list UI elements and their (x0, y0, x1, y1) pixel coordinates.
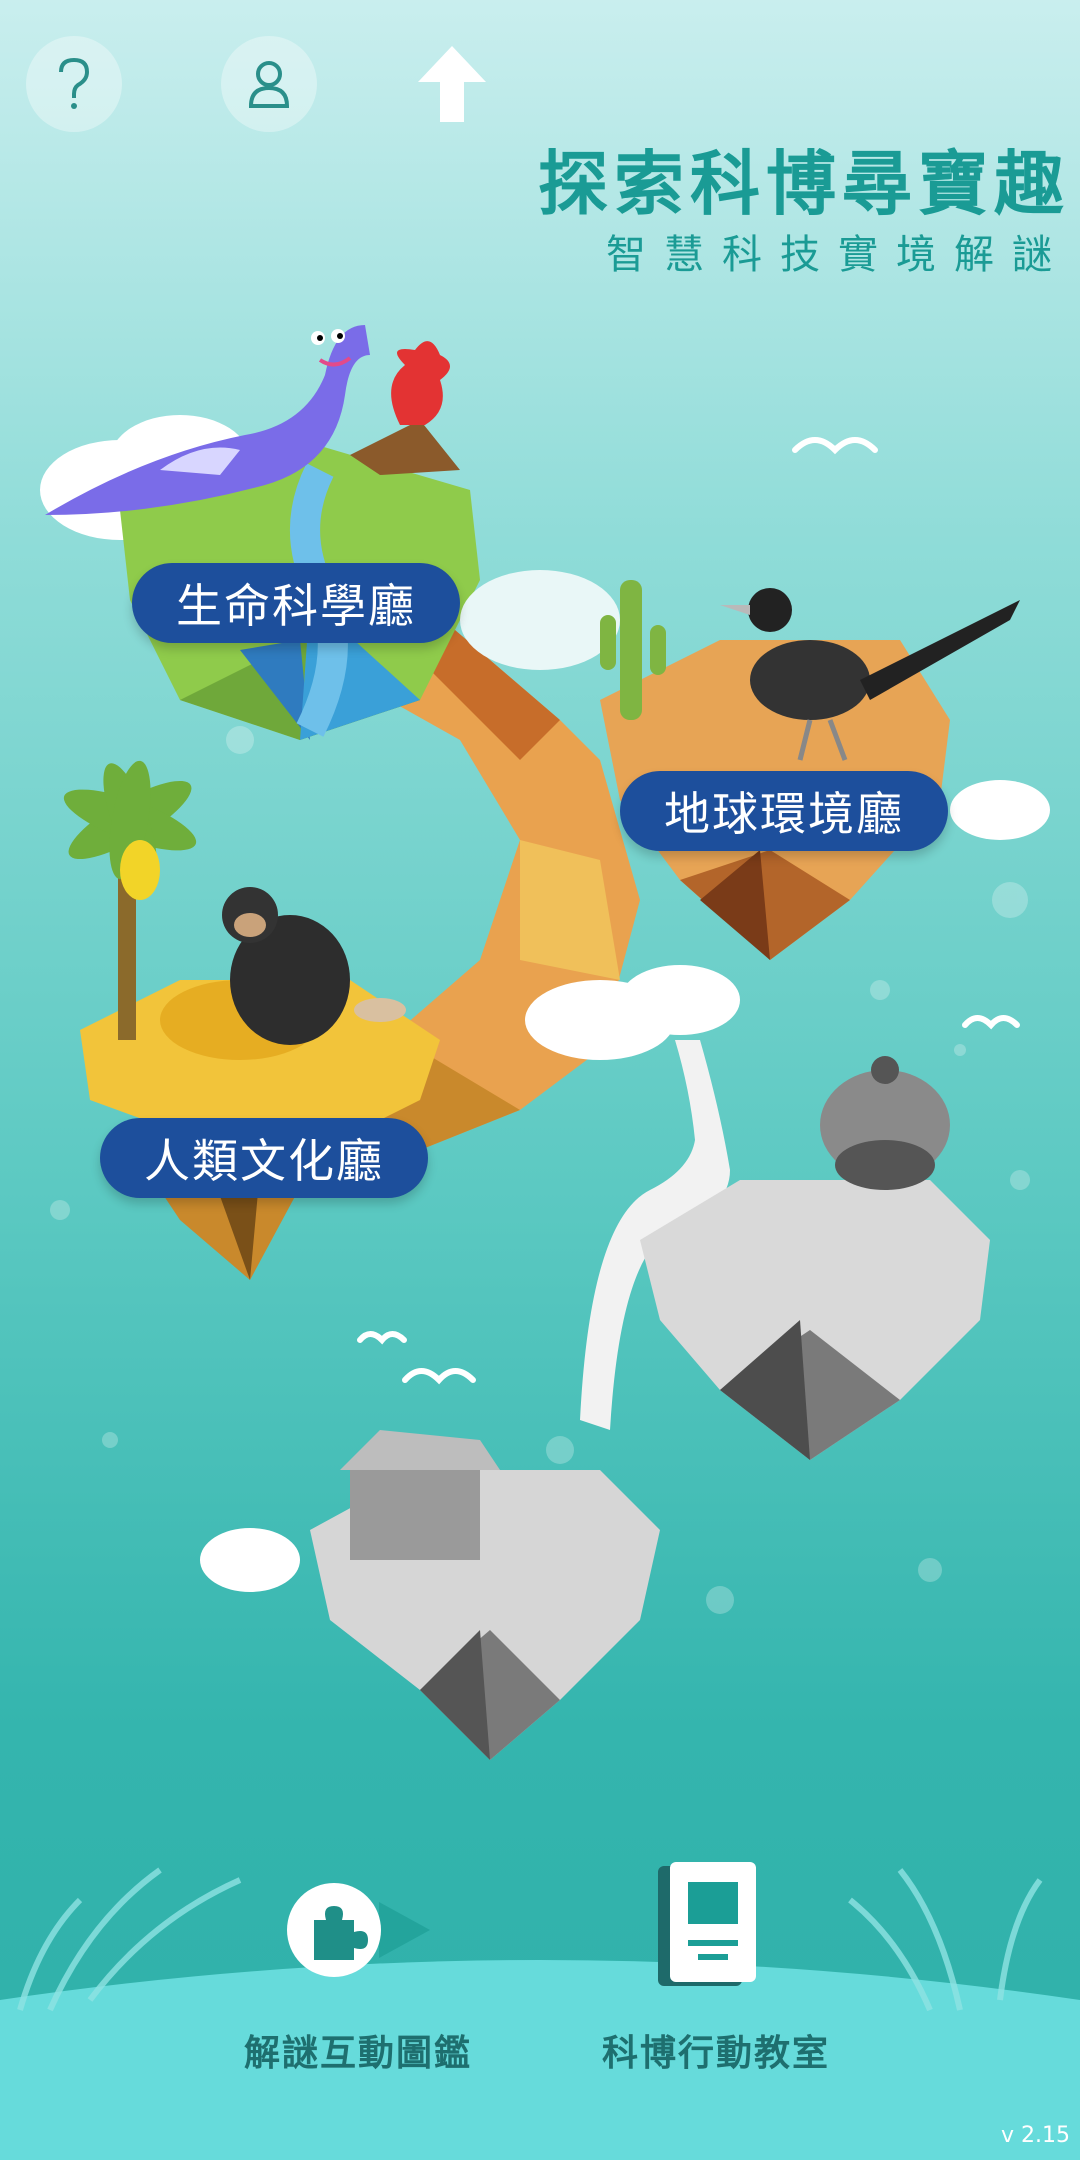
user-icon (248, 61, 290, 108)
puzzle-icon (287, 1883, 430, 1977)
hall-life-science-button[interactable]: 生命科學廳 (132, 563, 460, 643)
app-subtitle: 智慧科技實境解謎 (606, 232, 1070, 278)
mobile-classroom-button[interactable] (656, 1860, 760, 1990)
mobile-classroom-label[interactable]: 科博行動教室 (602, 2024, 830, 2076)
help-button[interactable] (26, 36, 122, 132)
question-mark-icon (59, 57, 90, 109)
version-text: v 2.15 (1001, 2123, 1070, 2148)
arrow-up-icon (418, 46, 486, 122)
puzzle-encyclopedia-label[interactable]: 解謎互動圖鑑 (244, 2024, 472, 2076)
up-button[interactable] (414, 42, 490, 130)
profile-button[interactable] (221, 36, 317, 132)
background-scene (0, 325, 1080, 2160)
hall-earth-environment-button[interactable]: 地球環境廳 (620, 771, 948, 851)
app-title: 探索科博尋寶趣 (538, 143, 1070, 225)
hall-human-culture-button[interactable]: 人類文化廳 (100, 1118, 428, 1198)
puzzle-encyclopedia-button[interactable] (284, 1880, 434, 1980)
book-icon (658, 1862, 756, 1986)
